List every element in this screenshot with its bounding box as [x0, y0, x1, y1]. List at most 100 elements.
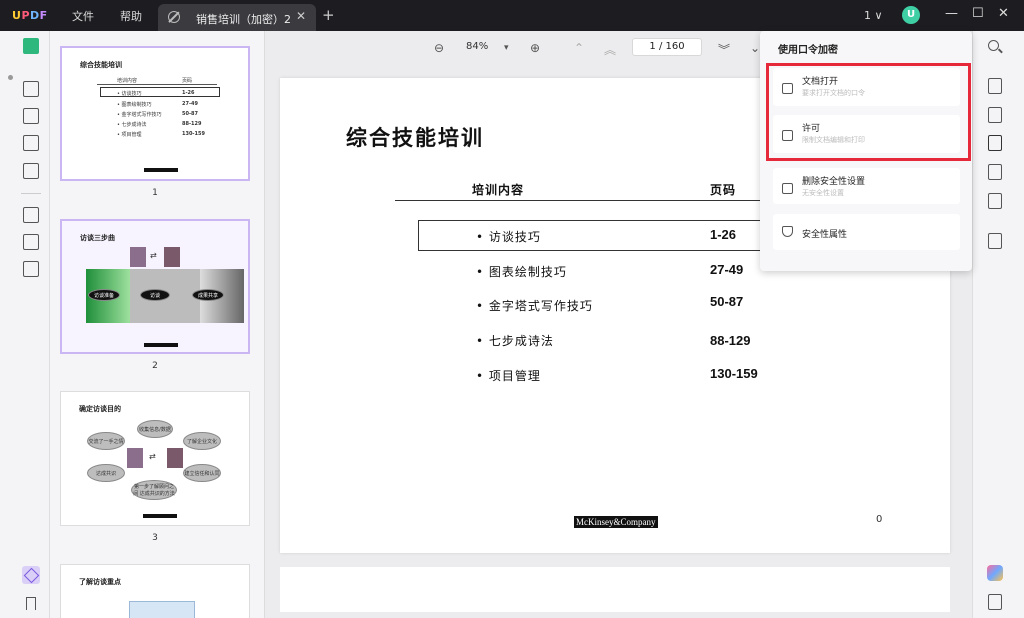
crop-tool-icon[interactable]	[23, 234, 39, 250]
add-tab-button[interactable]: +	[322, 6, 335, 24]
thumbnail-panel: 综合技能培训 培训内容 页码 • 访谈技巧 1-26 • 图表绘制技巧 27-4…	[50, 31, 265, 618]
thumb-row-item: • 访谈技巧	[117, 91, 142, 97]
form-tool-icon[interactable]	[23, 135, 39, 151]
thumbnail-page-4[interactable]: 了解访谈重点	[60, 564, 250, 618]
left-toolbar	[0, 31, 50, 618]
column-header-page: 页码	[710, 183, 737, 197]
layers-icon[interactable]	[22, 566, 40, 584]
maximize-button[interactable]: ☐	[972, 6, 984, 21]
thumbnail-page-3[interactable]: 确定访谈目的 收集信息/数据 交流了一手之情 了解企业文化 ⇄ 达成共识 建立信…	[60, 391, 250, 526]
edit-text-icon[interactable]	[23, 108, 39, 124]
organize-pages-icon[interactable]	[23, 207, 39, 223]
toc-page: 50-87	[710, 294, 744, 309]
encrypted-icon	[168, 11, 180, 23]
collapse-dot-icon[interactable]	[8, 75, 13, 80]
exchange-arrows-icon: ⇄	[150, 251, 157, 260]
page-toolbar: ⊖ 84% ▾ ⊕ ⌃ ︽ 1 / 160 ︾ ⌄	[266, 31, 760, 63]
page-footer-number: 0	[876, 514, 883, 525]
thumbnail-page-number: 1	[152, 188, 158, 198]
convert-tool-icon[interactable]	[23, 163, 39, 179]
thumbnail-page-number: 3	[152, 533, 158, 543]
thumb-row-item: • 金字塔式写作技巧	[117, 112, 162, 118]
ai-assistant-icon[interactable]	[987, 565, 1003, 581]
thumb-title: 综合技能培训	[80, 61, 122, 69]
document-tab[interactable]: 销售培训（加密）2 ✕	[158, 4, 316, 31]
goal-bubble: 交流了一手之情	[87, 432, 125, 450]
right-toolbar	[972, 31, 1024, 618]
option-name: 安全性属性	[802, 230, 848, 240]
minimize-button[interactable]: —	[945, 6, 958, 21]
close-window-button[interactable]: ✕	[998, 6, 1009, 21]
stage-label: 成果共享	[192, 289, 224, 301]
thumb-brand-mark	[143, 514, 177, 518]
shield-icon	[782, 226, 793, 237]
thumb-row-page: 88-129	[182, 121, 202, 127]
toc-page: 130-159	[710, 366, 758, 381]
last-page-icon[interactable]: ⌄	[750, 41, 760, 55]
toc-item: • 七步成诗法	[476, 334, 554, 348]
thumb-row-page: 130-159	[182, 131, 205, 137]
tab-title: 销售培训（加密）2	[196, 13, 291, 26]
thumb-title: 访谈三步曲	[80, 234, 115, 242]
toc-page: 1-26	[710, 227, 737, 242]
remove-security-option[interactable]: 删除安全性设置 无安全性设置	[773, 168, 960, 204]
search-icon[interactable]	[988, 40, 999, 51]
reader-mode-icon[interactable]	[23, 38, 39, 54]
stage-label: 访谈准备	[88, 289, 120, 301]
menu-help[interactable]: 帮助	[120, 8, 142, 24]
portrait-image	[164, 247, 180, 267]
ocr-icon[interactable]	[988, 78, 1002, 94]
portrait-image	[127, 448, 143, 468]
email-icon[interactable]	[988, 193, 1002, 209]
column-header-content: 培训内容	[472, 183, 525, 197]
highlight-annotation-box	[766, 63, 971, 161]
first-page-icon[interactable]: ⌃	[574, 41, 584, 55]
toolbar-divider	[21, 193, 41, 194]
comment-tool-icon[interactable]	[23, 81, 39, 97]
previous-page-icon[interactable]: ︽	[604, 41, 616, 58]
thumb-row-item: • 七步成诗法	[117, 122, 147, 128]
comment-list-icon[interactable]	[988, 594, 1002, 610]
toc-page: 88-129	[710, 333, 751, 348]
toc-item: • 图表绘制技巧	[476, 265, 567, 279]
share-icon[interactable]	[988, 164, 1002, 180]
zoom-in-icon[interactable]: ⊕	[530, 41, 540, 55]
option-name: 删除安全性设置	[802, 177, 866, 187]
goal-bubble: 收集信息/数据	[137, 420, 173, 438]
page-number-input[interactable]: 1 / 160	[632, 38, 702, 56]
zoom-dropdown-icon[interactable]: ▾	[504, 43, 509, 53]
popup-title: 使用口令加密	[778, 45, 838, 56]
next-page-icon[interactable]: ︾	[718, 41, 730, 58]
next-document-page	[280, 567, 950, 612]
window-count-dropdown[interactable]: 1 ∨	[864, 9, 883, 22]
zoom-out-icon[interactable]: ⊖	[434, 41, 444, 55]
thumb-title: 了解访谈重点	[79, 578, 121, 586]
bookmark-icon[interactable]	[26, 597, 36, 610]
goal-bubble: 达成共识	[87, 464, 125, 482]
document-title: 综合技能培训	[346, 125, 484, 150]
user-avatar[interactable]: U	[902, 6, 920, 24]
save-icon[interactable]	[988, 233, 1002, 249]
zoom-level[interactable]: 84%	[466, 41, 488, 52]
security-properties-option[interactable]: 安全性属性	[773, 214, 960, 250]
toc-item: • 金字塔式写作技巧	[476, 299, 593, 313]
thumb-col-header: 页码	[182, 78, 193, 84]
unlock-document-icon	[782, 183, 793, 194]
thumb-row-page: 27-49	[182, 101, 198, 107]
thumb-row-item: • 图表绘制技巧	[117, 102, 152, 108]
stage-label: 访谈	[140, 289, 170, 301]
ocr-tool-icon[interactable]	[23, 261, 39, 277]
tab-close-icon[interactable]: ✕	[296, 9, 306, 23]
thumb-figure	[129, 601, 195, 618]
menu-file[interactable]: 文件	[72, 8, 94, 24]
thumbnail-page-1[interactable]: 综合技能培训 培训内容 页码 • 访谈技巧 1-26 • 图表绘制技巧 27-4…	[60, 46, 250, 181]
protect-icon[interactable]	[988, 135, 1002, 151]
toc-item: • 项目管理	[476, 369, 541, 383]
thumb-row-page: 50-87	[182, 111, 198, 117]
goal-bubble: 第一步了解顾问之间 达成共识的方法	[131, 480, 177, 500]
thumb-brand-mark	[144, 168, 178, 172]
thumb-title: 确定访谈目的	[79, 405, 121, 413]
convert-icon[interactable]	[988, 107, 1002, 123]
thumb-col-header: 培训内容	[117, 78, 138, 84]
thumbnail-page-2[interactable]: 访谈三步曲 ⇄ 访谈准备 访谈 成果共享	[60, 219, 250, 354]
